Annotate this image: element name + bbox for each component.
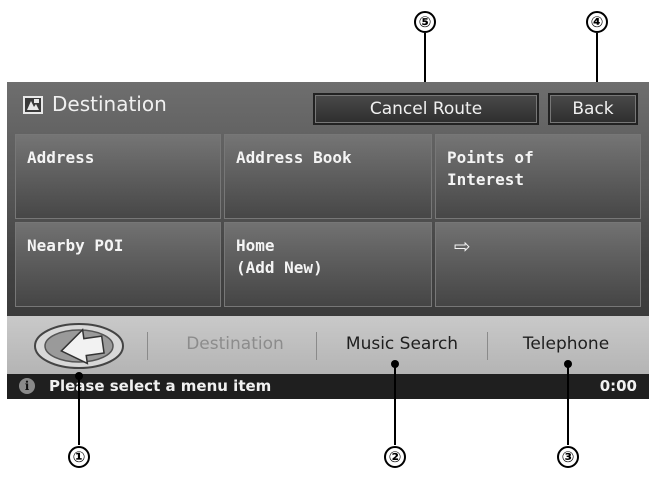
info-icon: i <box>19 378 35 394</box>
tab-separator <box>316 332 317 360</box>
menu-item-points-of-interest[interactable]: Points of Interest <box>435 134 641 219</box>
tab-music-search[interactable]: Music Search <box>319 334 485 362</box>
callout-4: ④ <box>586 11 608 33</box>
callout-5: ⑤ <box>414 11 436 33</box>
status-message: Please select a menu item <box>49 377 272 395</box>
navigation-home-icon[interactable] <box>27 312 127 372</box>
cancel-route-button[interactable]: Cancel Route <box>313 93 539 125</box>
tab-destination[interactable]: Destination <box>157 334 313 362</box>
next-page-arrow-button[interactable]: ⇨ <box>435 222 641 307</box>
menu-item-address[interactable]: Address <box>15 134 221 219</box>
map-icon <box>23 96 43 114</box>
tab-separator <box>487 332 488 360</box>
tab-separator <box>147 332 148 360</box>
menu-item-nearby-poi[interactable]: Nearby POI <box>15 222 221 307</box>
callout-2: ② <box>384 446 406 468</box>
callout-2-leader <box>394 364 396 445</box>
destination-menu-grid: Address Address Book Points of Interest … <box>15 134 641 308</box>
tab-telephone[interactable]: Telephone <box>491 334 641 362</box>
bottom-tab-bar: Destination Music Search Telephone <box>7 316 649 374</box>
callout-3-leader <box>567 364 569 445</box>
callout-1-leader <box>78 376 80 445</box>
back-button[interactable]: Back <box>548 93 638 125</box>
navigation-screen: Destination Cancel Route Back Address Ad… <box>7 82 649 399</box>
menu-item-home[interactable]: Home (Add New) <box>224 222 432 307</box>
status-bar: i Please select a menu item 0:00 <box>7 374 649 399</box>
callout-3: ③ <box>557 446 579 468</box>
clock: 0:00 <box>599 377 637 395</box>
page-title: Destination <box>52 92 167 116</box>
title-bar: Destination Cancel Route Back <box>7 82 649 130</box>
callout-1: ① <box>68 446 90 468</box>
menu-item-address-book[interactable]: Address Book <box>224 134 432 219</box>
